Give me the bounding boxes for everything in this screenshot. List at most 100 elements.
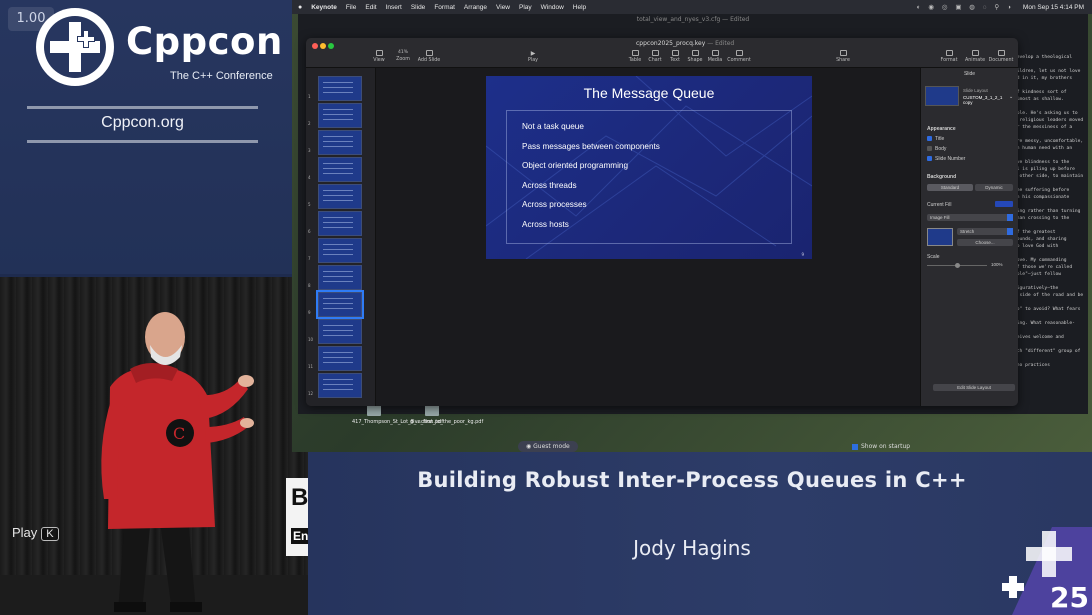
menu-view[interactable]: View bbox=[496, 4, 510, 11]
keynote-window[interactable]: cppcon2025_procq.key — Edited View 41% Zo… bbox=[306, 38, 1018, 406]
play-toolbar-label: Play bbox=[527, 58, 538, 63]
status-icons[interactable]: ◐ ◉ ◎ ▣ ◍ ◌ ⚲ ◑ bbox=[917, 3, 1014, 11]
chevron-down-icon[interactable]: ⌄ bbox=[1009, 94, 1013, 100]
menu-format[interactable]: Format bbox=[434, 4, 455, 11]
close-window-icon[interactable] bbox=[312, 43, 318, 49]
comment-button[interactable]: Comment bbox=[726, 50, 752, 63]
thumbnail-text-line bbox=[323, 303, 353, 304]
show-on-startup-checkbox[interactable]: Show on startup bbox=[852, 443, 910, 450]
lectern-text: En bbox=[291, 528, 308, 544]
edit-slide-layout-button[interactable]: Edit Slide Layout bbox=[933, 384, 1015, 391]
checkbox-checked-icon bbox=[852, 443, 858, 450]
conference-brand-panel: 1.00 Cppcon The C++ Conference Cppcon.or… bbox=[0, 0, 292, 274]
slide-layout-thumbnail[interactable] bbox=[925, 86, 959, 106]
scale-slider-thumb[interactable] bbox=[955, 263, 960, 268]
thumbnail-text-line bbox=[323, 141, 353, 142]
slide-thumbnail[interactable] bbox=[318, 103, 362, 128]
choose-image-button[interactable]: Choose... bbox=[957, 239, 1013, 246]
document-text-line: ople. He's asking us to bbox=[1014, 111, 1078, 116]
menu-slide[interactable]: Slide bbox=[411, 4, 425, 11]
animate-tab[interactable]: Animate bbox=[962, 50, 988, 63]
thumbnail-text-line bbox=[323, 276, 353, 277]
slide-canvas[interactable]: The Message Queue Not a task queue Pass … bbox=[376, 68, 920, 406]
slide-thumbnail[interactable] bbox=[318, 130, 362, 155]
thumbnail-text-line bbox=[323, 244, 353, 245]
slide-thumbnail[interactable] bbox=[318, 319, 362, 344]
menu-help[interactable]: Help bbox=[573, 4, 586, 11]
background-window-title: total_view_and_nyes_v3.cfg — Edited bbox=[636, 16, 750, 23]
menu-edit[interactable]: Edit bbox=[365, 4, 376, 11]
play-control[interactable]: Play K bbox=[12, 525, 59, 541]
thumbnail-text-line bbox=[323, 173, 353, 174]
minimize-window-icon[interactable] bbox=[320, 43, 326, 49]
slide-layout-value[interactable]: CUSTOM_3_1_2_1 copy bbox=[963, 95, 1007, 105]
menu-window[interactable]: Window bbox=[541, 4, 564, 11]
menu-app[interactable]: Keynote bbox=[311, 4, 337, 11]
slide-navigator[interactable]: 1 2 3 4 5 6 7 8 9 10 11 12 bbox=[306, 68, 376, 406]
document-tab[interactable]: Document bbox=[988, 50, 1014, 63]
slide-thumbnail-number: 10 bbox=[308, 337, 314, 342]
slide-thumbnail[interactable] bbox=[318, 157, 362, 182]
lectern-text: B bbox=[291, 484, 308, 511]
thumbnail-text-line bbox=[323, 82, 353, 83]
document-status: — Edited bbox=[707, 40, 735, 47]
menu-arrange[interactable]: Arrange bbox=[464, 4, 487, 11]
zoom-button[interactable]: 41% Zoom bbox=[390, 50, 416, 62]
desktop-file[interactable]: give_first_to_the_poor_kg.pdf bbox=[410, 404, 483, 425]
slide-thumbnail-number: 11 bbox=[308, 364, 314, 369]
appearance-checkbox-label: Slide Number bbox=[935, 156, 966, 162]
menubar-clock[interactable]: Mon Sep 15 4:14 PM bbox=[1023, 4, 1092, 11]
share-button[interactable]: Share bbox=[830, 50, 856, 63]
play-button[interactable]: ▶ Play bbox=[520, 50, 546, 63]
menu-file[interactable]: File bbox=[346, 4, 356, 11]
format-label: Format bbox=[940, 58, 958, 63]
thumbnail-text-line bbox=[323, 217, 353, 218]
dynamic-bg-tab[interactable]: Dynamic bbox=[975, 184, 1013, 191]
apple-menu-icon[interactable]: ● bbox=[298, 4, 302, 11]
slide-thumbnail[interactable] bbox=[318, 211, 362, 236]
slide-thumbnail[interactable] bbox=[318, 184, 362, 209]
guest-mode-button[interactable]: ◉ Guest mode bbox=[518, 441, 578, 452]
view-button[interactable]: View bbox=[366, 50, 392, 63]
menu-play[interactable]: Play bbox=[519, 4, 532, 11]
document-text-line: of those we're called bbox=[1014, 265, 1073, 270]
media-button[interactable]: Media bbox=[702, 50, 728, 63]
menu-insert[interactable]: Insert bbox=[386, 4, 402, 11]
chart-label: Chart bbox=[648, 58, 662, 63]
slide-thumbnail[interactable] bbox=[318, 265, 362, 290]
scale-value[interactable]: 100% bbox=[991, 262, 1003, 267]
slide-thumbnail[interactable] bbox=[318, 373, 362, 398]
stretch-select[interactable]: Stretch bbox=[957, 228, 1013, 235]
document-text-line: in his compassionate bbox=[1014, 195, 1070, 200]
slide-thumbnail[interactable] bbox=[316, 290, 364, 319]
document-text-line bbox=[1014, 341, 1092, 348]
appearance-checkbox[interactable]: Title bbox=[927, 136, 944, 142]
image-fill-preview[interactable] bbox=[927, 228, 953, 246]
document-text-line bbox=[1014, 278, 1092, 285]
thumbnail-text-line bbox=[323, 254, 353, 255]
zoom-value: 41% bbox=[397, 50, 408, 55]
speaker-video[interactable]: C Play K bbox=[0, 277, 308, 615]
current-fill-swatch[interactable] bbox=[995, 201, 1013, 207]
zoom-window-icon[interactable] bbox=[328, 43, 334, 49]
current-fill-label: Current Fill bbox=[927, 202, 952, 208]
document-text-line: ring rather than turning bbox=[1014, 209, 1081, 214]
slide-thumbnail[interactable] bbox=[318, 238, 362, 263]
add-slide-button[interactable]: Add Slide bbox=[416, 50, 442, 63]
slide-layout-label: Slide Layout bbox=[963, 88, 988, 93]
format-inspector[interactable]: Slide Slide Layout CUSTOM_3_1_2_1 copy ⌄… bbox=[920, 68, 1018, 406]
appearance-checkbox[interactable]: Body bbox=[927, 146, 946, 152]
document-text-line: to love God with bbox=[1014, 244, 1059, 249]
document-text-line bbox=[1014, 201, 1092, 208]
desktop-file[interactable]: 417_Thompson_St_Lot_8_...ction.pdf bbox=[352, 404, 443, 425]
format-tab[interactable]: Format bbox=[936, 50, 962, 63]
share-icon bbox=[839, 50, 847, 56]
fill-type-select[interactable]: Image Fill bbox=[927, 214, 1013, 221]
appearance-checkbox[interactable]: Slide Number bbox=[927, 156, 965, 162]
thumbnail-text-line bbox=[323, 136, 353, 137]
fill-type-value: Image Fill bbox=[930, 215, 950, 220]
current-slide[interactable]: The Message Queue Not a task queue Pass … bbox=[486, 76, 812, 259]
slide-thumbnail[interactable] bbox=[318, 76, 362, 101]
standard-bg-tab[interactable]: Standard bbox=[927, 184, 973, 191]
slide-thumbnail[interactable] bbox=[318, 346, 362, 371]
